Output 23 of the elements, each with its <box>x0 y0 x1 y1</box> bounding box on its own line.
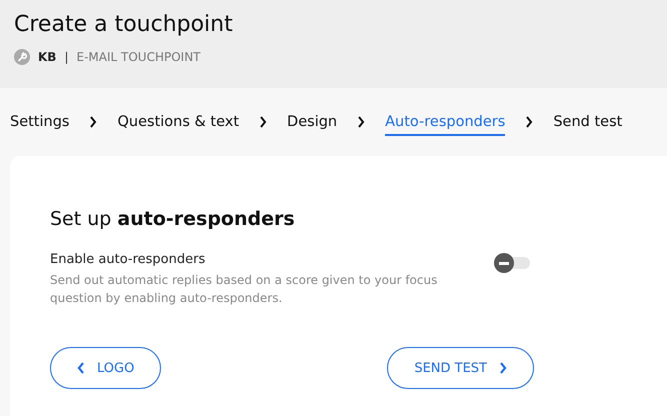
step-tab[interactable]: Design <box>287 108 338 136</box>
separator-text: | <box>64 50 68 64</box>
minus-icon <box>499 262 509 264</box>
chevron-icon <box>357 116 366 128</box>
next-button[interactable]: SEND TEST <box>387 347 534 389</box>
page-title: Create a touchpoint <box>14 12 234 37</box>
setting-description: Send out automatic replies based on a score given to your focus question by enabling auto-responders. <box>50 272 438 307</box>
toggle-thumb[interactable] <box>494 253 514 273</box>
chevron-left-icon <box>77 362 85 374</box>
chevron-right-icon <box>499 362 507 374</box>
step-tab[interactable]: Send test <box>553 108 622 136</box>
step-tab[interactable]: Questions & text <box>117 108 240 136</box>
touchpoint-type: E-MAIL TOUCHPOINT <box>76 50 201 64</box>
back-button[interactable]: LOGO <box>50 347 162 389</box>
step-tab[interactable]: Auto-responders <box>385 108 506 136</box>
chevron-icon <box>525 116 534 128</box>
owner-initials: KB <box>38 50 56 64</box>
wrench-icon <box>14 49 30 65</box>
section-heading: Set up auto-responders <box>50 208 296 230</box>
step-tab[interactable]: Settings <box>10 108 70 136</box>
chevron-icon <box>259 116 268 128</box>
setting-label: Enable auto-responders <box>50 252 206 267</box>
chevron-icon <box>89 116 98 128</box>
